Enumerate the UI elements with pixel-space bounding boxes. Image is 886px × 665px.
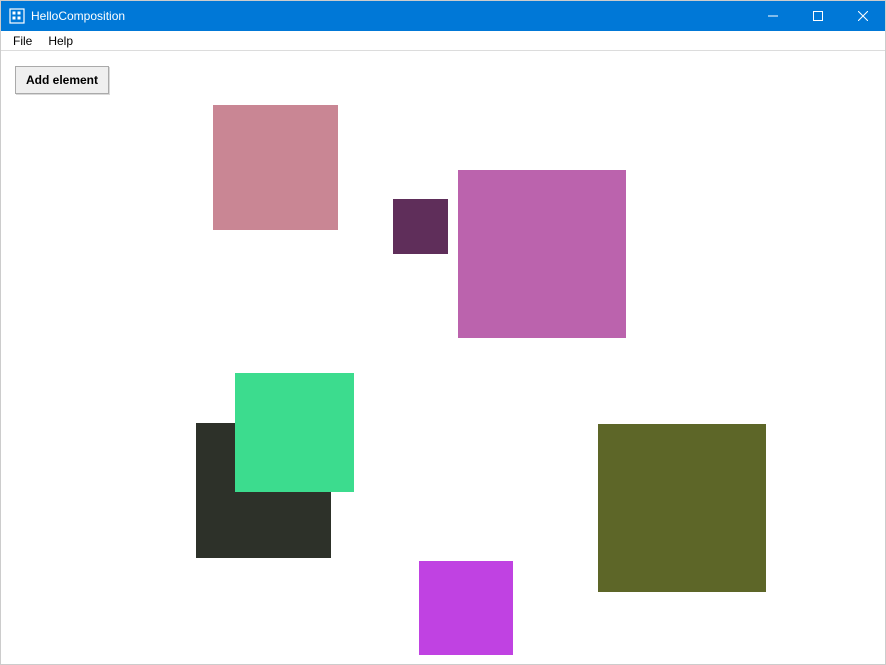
- maximize-button[interactable]: [795, 1, 840, 31]
- shape-darkpurple: [393, 199, 448, 254]
- client-area: Add element: [1, 51, 885, 664]
- title-bar-left: HelloComposition: [1, 8, 125, 24]
- shape-violet: [419, 561, 513, 655]
- add-element-button[interactable]: Add element: [15, 66, 109, 94]
- menu-help[interactable]: Help: [40, 32, 81, 50]
- title-bar: HelloComposition: [1, 1, 885, 31]
- app-icon: [9, 8, 25, 24]
- shape-pink: [213, 105, 338, 230]
- shape-green: [235, 373, 354, 492]
- close-button[interactable]: [840, 1, 885, 31]
- minimize-button[interactable]: [750, 1, 795, 31]
- window-controls: [750, 1, 885, 31]
- shape-magenta: [458, 170, 626, 338]
- shape-olive: [598, 424, 766, 592]
- menu-bar: File Help: [1, 31, 885, 51]
- menu-file[interactable]: File: [5, 32, 40, 50]
- window-title: HelloComposition: [31, 9, 125, 23]
